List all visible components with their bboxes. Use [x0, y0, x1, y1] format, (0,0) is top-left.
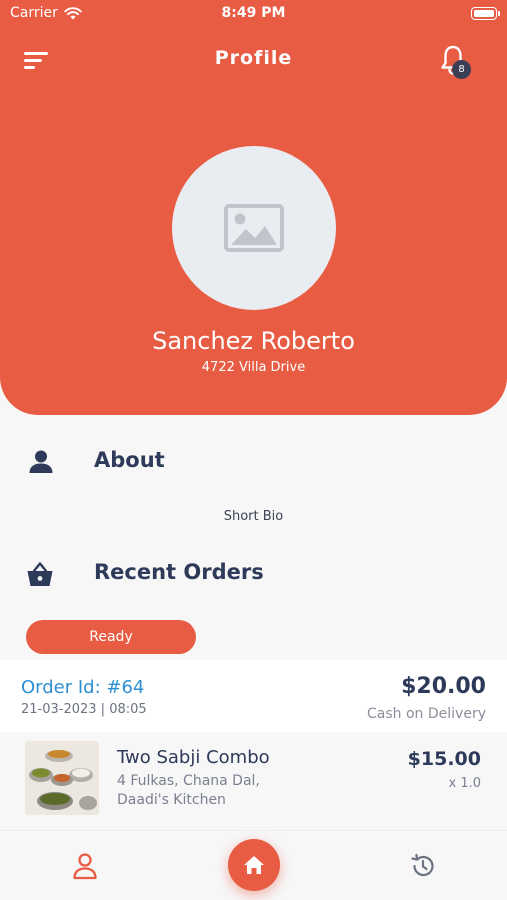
- recent-orders-title: Recent Orders: [94, 560, 264, 584]
- order-date: 21-03-2023 | 08:05: [21, 702, 147, 717]
- nav-home-button[interactable]: [228, 839, 280, 891]
- history-icon: [411, 853, 434, 877]
- order-total: $20.00: [401, 674, 486, 699]
- nav-profile-button[interactable]: [70, 851, 100, 881]
- avatar[interactable]: [172, 146, 336, 310]
- nav-history-button[interactable]: [408, 851, 438, 881]
- item-price: $15.00: [407, 748, 481, 770]
- food-thumbnail: [25, 741, 99, 815]
- about-title: About: [94, 448, 165, 472]
- notification-badge: 8: [452, 60, 471, 79]
- item-name: Two Sabji Combo: [117, 747, 270, 768]
- profile-icon: [73, 853, 97, 880]
- order-payment-method: Cash on Delivery: [367, 706, 486, 722]
- image-placeholder-icon: [224, 204, 284, 252]
- basket-icon: [27, 562, 53, 586]
- status-bar: Carrier 8:49 PM: [0, 0, 507, 30]
- home-icon: [244, 856, 264, 874]
- order-id[interactable]: Order Id: #64: [21, 677, 144, 698]
- page-title: Profile: [214, 47, 293, 69]
- profile-name: Sanchez Roberto: [152, 327, 355, 355]
- person-icon: [29, 450, 53, 473]
- item-description-line-1: 4 Fulkas, Chana Dal,: [117, 773, 260, 789]
- item-quantity: x 1.0: [448, 776, 482, 791]
- status-time: 8:49 PM: [221, 5, 286, 21]
- short-bio: Short Bio: [223, 509, 284, 524]
- item-description-line-2: Daadi's Kitchen: [117, 792, 226, 808]
- order-status-pill[interactable]: Ready: [26, 620, 196, 654]
- profile-address: 4722 Villa Drive: [201, 360, 306, 375]
- item-description: 4 Fulkas, Chana Dal, Daadi's Kitchen: [117, 772, 317, 810]
- battery-icon: [471, 7, 500, 20]
- food-thumbnail-illustration: [25, 741, 99, 815]
